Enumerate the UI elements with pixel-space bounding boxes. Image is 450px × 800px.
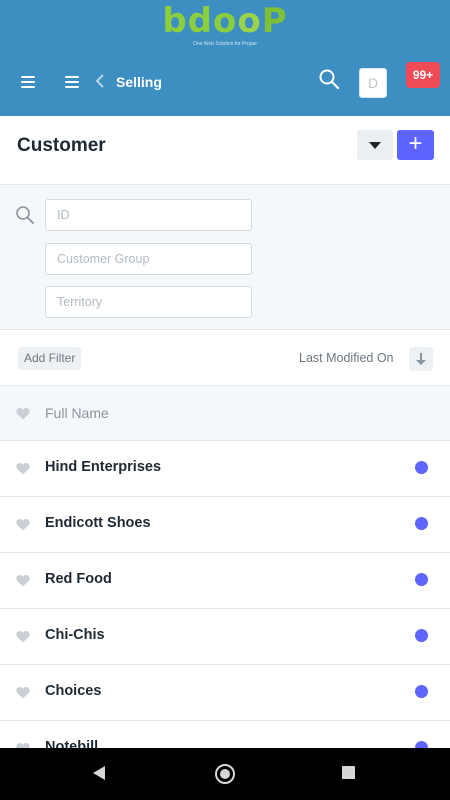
search-icon: [16, 206, 34, 224]
status-indicator: [415, 517, 428, 530]
page-header: Customer +: [0, 116, 450, 184]
status-indicator: [415, 685, 428, 698]
caret-down-icon: [369, 142, 381, 149]
customer-group-filter-input[interactable]: [45, 243, 252, 275]
sort-descending-icon[interactable]: [409, 347, 433, 371]
territory-filter-input[interactable]: [45, 286, 252, 318]
avatar[interactable]: D: [359, 68, 387, 98]
filter-panel: [0, 184, 450, 330]
logo-letter: b: [162, 1, 188, 41]
list-item[interactable]: Hind Enterprises: [0, 441, 450, 497]
menu-dropdown-button[interactable]: [357, 130, 393, 160]
customer-name: Hind Enterprises: [45, 459, 162, 475]
back-icon[interactable]: [93, 766, 105, 780]
status-indicator: [415, 573, 428, 586]
top-navbar: Selling D 99+: [0, 54, 450, 116]
add-customer-button[interactable]: +: [397, 130, 434, 160]
brand-header: bdooP One Web Solution for Proper: [0, 0, 450, 54]
add-filter-button[interactable]: Add Filter: [18, 347, 82, 370]
page-title: Customer: [17, 135, 106, 156]
logo-letter: o: [237, 1, 262, 41]
sort-bar: Add Filter Last Modified On: [0, 330, 450, 386]
menu-icon[interactable]: [21, 76, 35, 88]
chevron-left-icon[interactable]: [95, 73, 105, 89]
customer-name: Red Food: [45, 571, 112, 587]
recent-apps-icon[interactable]: [342, 766, 355, 779]
search-icon[interactable]: [318, 68, 340, 90]
status-indicator: [415, 629, 428, 642]
customer-name: Choices: [45, 683, 102, 699]
status-indicator: [415, 461, 428, 474]
list-item[interactable]: Endicott Shoes: [0, 497, 450, 553]
logo-tagline: One Web Solution for Proper: [192, 41, 258, 47]
notification-badge[interactable]: 99+: [406, 62, 440, 88]
home-icon[interactable]: [215, 764, 235, 784]
list-item[interactable]: Choices: [0, 665, 450, 721]
list-item[interactable]: Chi-Chis: [0, 609, 450, 665]
heart-icon[interactable]: [16, 518, 30, 531]
list-header: Full Name: [0, 386, 450, 441]
heart-icon[interactable]: [16, 407, 30, 420]
id-filter-input[interactable]: [45, 199, 252, 231]
customer-name: Chi-Chis: [45, 627, 105, 643]
heart-icon[interactable]: [16, 630, 30, 643]
heart-icon[interactable]: [16, 686, 30, 699]
logo-letter: P: [261, 1, 288, 41]
full-name-column-header: Full Name: [45, 405, 109, 421]
heart-icon[interactable]: [16, 462, 30, 475]
logo-letter: do: [187, 1, 238, 41]
menu-icon[interactable]: [65, 76, 79, 88]
list-item[interactable]: Red Food: [0, 553, 450, 609]
heart-icon[interactable]: [16, 574, 30, 587]
customer-name: Endicott Shoes: [45, 515, 151, 531]
bdoop-logo: bdooP: [0, 2, 450, 40]
sort-by-selector[interactable]: Last Modified On: [299, 351, 394, 365]
breadcrumb[interactable]: Selling: [116, 74, 162, 90]
system-navigation-bar: [0, 748, 450, 800]
